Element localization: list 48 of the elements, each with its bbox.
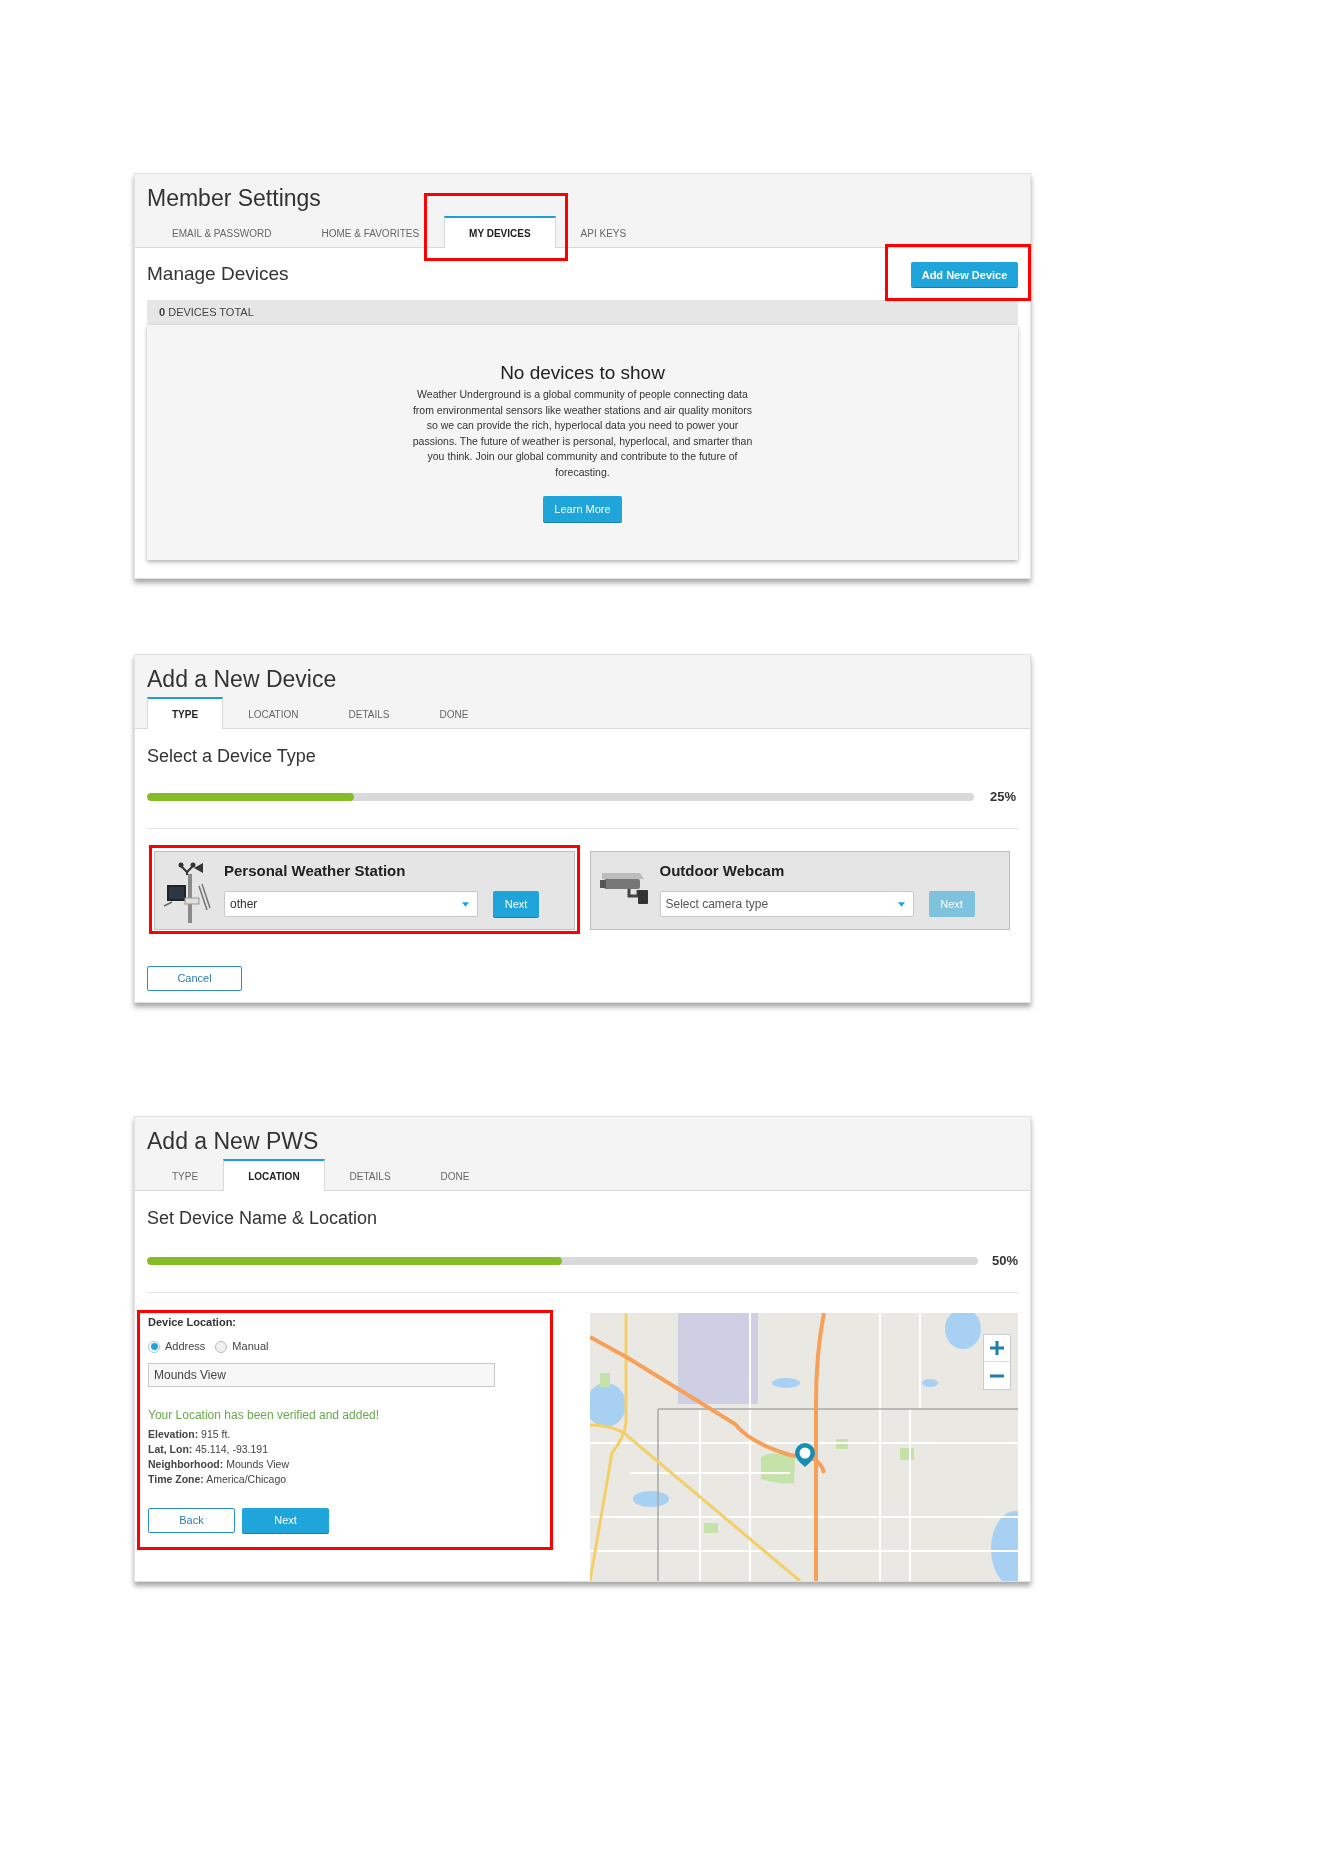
progress-percent: 25% bbox=[990, 788, 1017, 807]
tab[interactable]: DETAILS bbox=[324, 1159, 416, 1191]
tab[interactable]: MY DEVICES bbox=[444, 216, 556, 248]
location-detail: Time Zone: America/Chicago bbox=[148, 1472, 287, 1487]
add-device-button[interactable]: Add New Device bbox=[911, 262, 1018, 288]
caret-icon bbox=[462, 901, 469, 907]
field-label: Device Location: bbox=[148, 1315, 237, 1329]
page-title: Add a New PWS bbox=[147, 1127, 320, 1156]
model-dropdown[interactable]: other bbox=[224, 891, 478, 917]
device-type-title: Outdoor Webcam bbox=[659, 861, 786, 881]
section-heading: Set Device Name & Location bbox=[147, 1207, 379, 1229]
devices-count-bar: 0 DEVICES TOTAL bbox=[147, 300, 1018, 325]
next-button[interactable]: Next bbox=[242, 1508, 329, 1533]
section-heading: Manage Devices bbox=[147, 262, 289, 287]
tab[interactable]: DONE bbox=[415, 1159, 495, 1191]
section-heading: Select a Device Type bbox=[147, 745, 317, 767]
cancel-button[interactable]: Cancel bbox=[147, 966, 242, 991]
tab[interactable]: LOCATION bbox=[223, 697, 324, 729]
location-detail: Elevation: 915 ft. bbox=[148, 1427, 231, 1442]
back-button[interactable]: Back bbox=[148, 1508, 235, 1533]
radio-option[interactable]: Manual bbox=[215, 1338, 269, 1355]
progress-percent: 50% bbox=[991, 1252, 1018, 1271]
tab[interactable]: EMAIL & PASSWORD bbox=[147, 216, 297, 248]
verification-message: Your Location has been verified and added! bbox=[148, 1407, 380, 1423]
tab[interactable]: HOME & FAVORITES bbox=[296, 216, 445, 248]
security-camera-icon bbox=[600, 871, 649, 905]
empty-state-title: No devices to show bbox=[500, 361, 665, 385]
learn-more-button[interactable]: Learn More bbox=[543, 496, 622, 522]
zoom-in-icon bbox=[990, 1341, 1004, 1355]
empty-state-text: Weather Underground is a global community of people connecting data from environmental sensors like weather stations and air quality monitors so we can provide the rich, hyperlocal data you need to power your passions. The future of weather is personal, hyperlocal, and smarter than you think. Join our global community and contribute to the future of forecasting. bbox=[411, 387, 754, 480]
zoom-out-icon bbox=[990, 1373, 1004, 1378]
tab[interactable]: TYPE bbox=[147, 1159, 224, 1191]
next-button[interactable]: Next bbox=[493, 891, 539, 917]
device-type-title: Personal Weather Station bbox=[224, 861, 407, 881]
radio-option[interactable]: Address bbox=[148, 1338, 206, 1355]
location-detail: Neighborhood: Mounds View bbox=[148, 1457, 289, 1472]
address-field[interactable]: Mounds View bbox=[148, 1363, 495, 1387]
tab[interactable]: DETAILS bbox=[323, 697, 415, 729]
tab[interactable]: API KEYS bbox=[555, 216, 652, 248]
page-title: Member Settings bbox=[147, 184, 322, 213]
tab[interactable]: LOCATION bbox=[223, 1159, 325, 1191]
tab[interactable]: TYPE bbox=[147, 697, 224, 729]
location-detail: Lat, Lon: 45.114, -93.191 bbox=[148, 1442, 269, 1457]
map-pin-icon bbox=[795, 1443, 816, 1467]
page-title: Add a New Device bbox=[147, 665, 338, 694]
model-dropdown[interactable]: Select camera type bbox=[659, 891, 914, 917]
tab[interactable]: DONE bbox=[414, 697, 494, 729]
caret-icon bbox=[897, 901, 905, 907]
